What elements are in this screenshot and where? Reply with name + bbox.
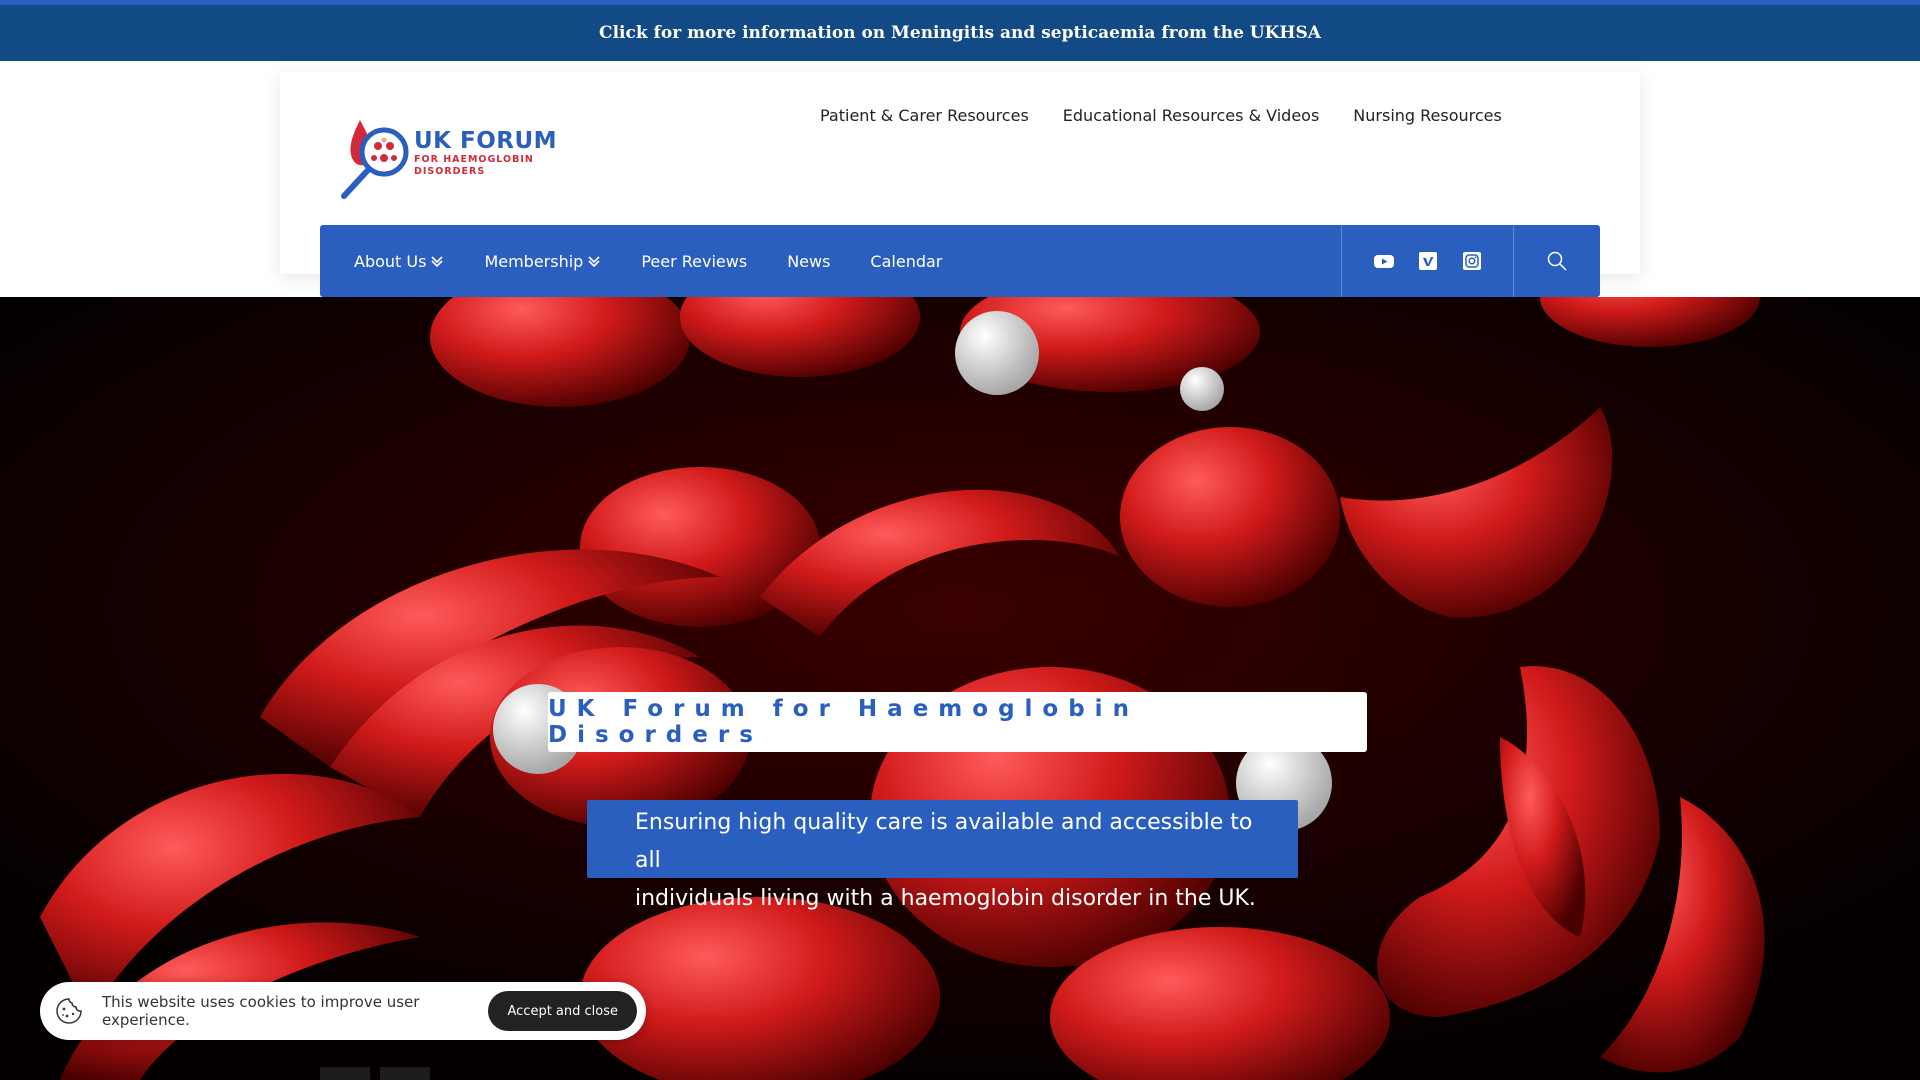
logo-subtitle-line-2: DISORDERS: [414, 166, 486, 177]
hero-subtitle-line-1: Ensuring high quality care is available …: [635, 810, 1253, 873]
slider-prev-button[interactable]: [320, 1067, 370, 1080]
nav-item-label: News: [787, 251, 831, 271]
top-link-patient-carer[interactable]: Patient & Carer Resources: [820, 106, 1029, 125]
nav-item-calendar[interactable]: Calendar: [870, 252, 942, 271]
nav-item-peer-reviews[interactable]: Peer Reviews: [641, 252, 747, 271]
accept-cookies-button[interactable]: Accept and close: [488, 991, 637, 1031]
nav-item-about-us[interactable]: About Us: [354, 252, 444, 271]
cookie-icon: [56, 998, 82, 1024]
top-links: Patient & Carer Resources Educational Re…: [820, 106, 1502, 125]
announcement-link[interactable]: Click for more information on Meningitis…: [599, 23, 1321, 43]
logo-subtitle-line-1: FOR HAEMOGLOBIN: [414, 154, 534, 165]
logo-title: UK FORUM: [414, 128, 558, 154]
logo-text[interactable]: UK FORUM FOR HAEMOGLOBIN DISORDERS: [414, 128, 557, 178]
nav-item-label: Membership: [484, 251, 584, 271]
search-button[interactable]: [1513, 225, 1600, 297]
vimeo-icon[interactable]: [1417, 250, 1439, 272]
top-link-nursing[interactable]: Nursing Resources: [1353, 106, 1502, 125]
social-links: [1341, 225, 1513, 297]
youtube-icon[interactable]: [1373, 250, 1395, 272]
hero-red-blood-cells-image: [0, 297, 1920, 1080]
chevron-down-icon: [588, 256, 600, 268]
cookie-message: This website uses cookies to improve use…: [102, 993, 420, 1029]
hero-title: UK Forum for Haemoglobin Disorders: [548, 696, 1139, 748]
hero-subtitle-box: Ensuring high quality care is available …: [587, 800, 1298, 911]
nav-items: About Us Membership Peer Reviews News Ca…: [320, 252, 1341, 271]
hero-subtitle-line-2: individuals living with a haemoglobin di…: [635, 886, 1256, 911]
top-link-educational[interactable]: Educational Resources & Videos: [1063, 106, 1320, 125]
nav-item-label: About Us: [354, 251, 427, 271]
hero-title-box: UK Forum for Haemoglobin Disorders: [548, 692, 1367, 752]
nav-item-news[interactable]: News: [787, 252, 830, 271]
hero-banner: UK Forum for Haemoglobin Disorders Ensur…: [0, 297, 1920, 1080]
instagram-icon[interactable]: [1461, 250, 1483, 272]
chevron-down-icon: [431, 256, 444, 268]
nav-item-label: Peer Reviews: [641, 251, 748, 271]
search-icon: [1547, 251, 1567, 271]
cookie-banner: This website uses cookies to improve use…: [40, 982, 646, 1040]
nav-item-label: Calendar: [870, 251, 943, 271]
announcement-bar: Click for more information on Meningitis…: [0, 0, 1920, 61]
nav-item-membership[interactable]: Membership: [484, 252, 601, 271]
main-nav: About Us Membership Peer Reviews News Ca…: [320, 225, 1600, 297]
slider-next-button[interactable]: [380, 1067, 430, 1080]
